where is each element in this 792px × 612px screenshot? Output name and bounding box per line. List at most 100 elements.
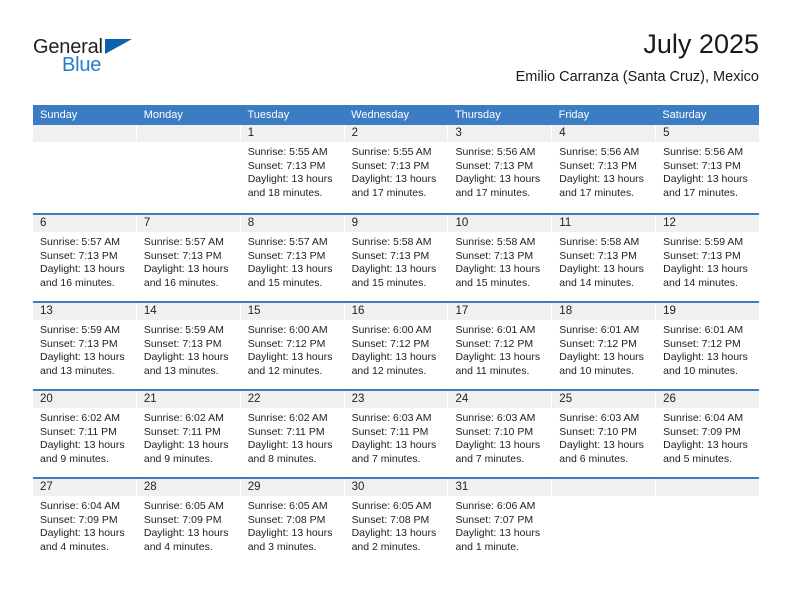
day-number: 23 bbox=[344, 391, 448, 408]
daylight-duration-line1: Daylight: 13 hours bbox=[143, 527, 229, 540]
calendar-day-cell[interactable]: 1 Sunrise: 5:55 AM Sunset: 7:13 PM Daylight… bbox=[240, 125, 345, 213]
sunrise-time: Sunrise: 5:55 AM bbox=[247, 146, 328, 158]
calendar-day-cell[interactable]: 13 Sunrise: 5:59 AM Sunset: 7:13 PM Dayligh… bbox=[33, 303, 137, 389]
calendar-day-cell[interactable]: 3 Sunrise: 5:56 AM Sunset: 7:13 PM Daylight… bbox=[448, 125, 553, 213]
daylight-duration-line2: and 5 minutes. bbox=[663, 452, 733, 465]
weekday-header-row: Sunday Monday Tuesday Wednesday Thursday… bbox=[33, 105, 759, 125]
weekday-thursday: Thursday bbox=[454, 109, 501, 121]
calendar-day-cell-empty bbox=[33, 125, 137, 213]
calendar-day-cell[interactable]: 14 Sunrise: 5:59 AM Sunset: 7:13 PM Dayligh… bbox=[136, 303, 241, 389]
day-number: 7 bbox=[136, 215, 240, 232]
day-number: 2 bbox=[344, 125, 448, 142]
sunrise-time: Sunrise: 6:03 AM bbox=[559, 412, 640, 424]
calendar-day-cell[interactable]: 28 Sunrise: 6:05 AM Sunset: 7:09 PM Dayligh… bbox=[136, 479, 241, 565]
sunrise-time: Sunrise: 6:05 AM bbox=[351, 500, 432, 512]
day-number: 21 bbox=[136, 391, 240, 408]
page-title: July 2025 bbox=[643, 29, 759, 59]
day-number bbox=[552, 479, 656, 496]
daylight-duration-line2: and 14 minutes. bbox=[663, 276, 738, 289]
day-number: 8 bbox=[240, 215, 344, 232]
day-number: 13 bbox=[33, 303, 136, 320]
day-details: Sunrise: 5:57 AM Sunset: 7:13 PM Daylight:… bbox=[241, 232, 344, 290]
daylight-duration-line1: Daylight: 13 hours bbox=[143, 439, 229, 452]
calendar-day-cell[interactable]: 20 Sunrise: 6:02 AM Sunset: 7:11 PM Dayligh… bbox=[33, 391, 137, 477]
logo-text-blue: Blue bbox=[62, 54, 102, 76]
daylight-duration-line2: and 1 minute. bbox=[455, 540, 520, 553]
sunset-time: Sunset: 7:13 PM bbox=[663, 249, 741, 262]
sunrise-time: Sunrise: 5:57 AM bbox=[40, 236, 120, 248]
calendar-day-cell[interactable]: 11 Sunrise: 5:58 AM Sunset: 7:13 PM Dayligh… bbox=[552, 215, 657, 301]
day-number: 22 bbox=[240, 391, 344, 408]
sunrise-time: Sunrise: 5:58 AM bbox=[455, 236, 536, 248]
daylight-duration-line1: Daylight: 13 hours bbox=[663, 439, 748, 452]
day-number: 25 bbox=[552, 391, 656, 408]
sunrise-time: Sunrise: 5:59 AM bbox=[663, 236, 744, 248]
calendar-day-cell[interactable]: 30 Sunrise: 6:05 AM Sunset: 7:08 PM Dayligh… bbox=[344, 479, 449, 565]
calendar-day-cell[interactable]: 12 Sunrise: 5:59 AM Sunset: 7:13 PM Dayligh… bbox=[656, 215, 760, 301]
daylight-duration-line1: Daylight: 13 hours bbox=[247, 173, 333, 186]
day-number: 5 bbox=[656, 125, 760, 142]
daylight-duration-line1: Daylight: 13 hours bbox=[559, 173, 644, 186]
calendar-day-cell[interactable]: 5 Sunrise: 5:56 AM Sunset: 7:13 PM Daylight… bbox=[656, 125, 760, 213]
calendar-day-cell[interactable]: 22 Sunrise: 6:02 AM Sunset: 7:11 PM Dayligh… bbox=[240, 391, 345, 477]
daylight-duration-line2: and 16 minutes. bbox=[143, 276, 219, 289]
day-details: Sunrise: 6:01 AM Sunset: 7:12 PM Daylight:… bbox=[552, 320, 655, 378]
calendar-day-cell[interactable]: 24 Sunrise: 6:03 AM Sunset: 7:10 PM Dayligh… bbox=[448, 391, 553, 477]
calendar-day-cell[interactable]: 23 Sunrise: 6:03 AM Sunset: 7:11 PM Dayligh… bbox=[344, 391, 449, 477]
daylight-duration-line2: and 12 minutes. bbox=[351, 364, 427, 377]
daylight-duration-line1: Daylight: 13 hours bbox=[455, 173, 541, 186]
daylight-duration-line2: and 7 minutes. bbox=[455, 452, 525, 465]
calendar-day-cell[interactable]: 26 Sunrise: 6:04 AM Sunset: 7:09 PM Dayligh… bbox=[656, 391, 760, 477]
calendar-day-cell[interactable]: 21 Sunrise: 6:02 AM Sunset: 7:11 PM Dayligh… bbox=[136, 391, 241, 477]
calendar-day-cell[interactable]: 16 Sunrise: 6:00 AM Sunset: 7:12 PM Dayligh… bbox=[344, 303, 449, 389]
calendar-day-cell[interactable]: 29 Sunrise: 6:05 AM Sunset: 7:08 PM Dayligh… bbox=[240, 479, 345, 565]
daylight-duration-line2: and 10 minutes. bbox=[559, 364, 635, 377]
calendar-day-cell[interactable]: 25 Sunrise: 6:03 AM Sunset: 7:10 PM Dayligh… bbox=[552, 391, 657, 477]
day-number: 31 bbox=[448, 479, 552, 496]
daylight-duration-line1: Daylight: 13 hours bbox=[40, 439, 125, 452]
calendar-day-cell[interactable]: 4 Sunrise: 5:56 AM Sunset: 7:13 PM Daylight… bbox=[552, 125, 657, 213]
sunrise-time: Sunrise: 6:01 AM bbox=[559, 324, 640, 336]
calendar-day-cell[interactable]: 9 Sunrise: 5:58 AM Sunset: 7:13 PM Daylight… bbox=[344, 215, 449, 301]
day-details: Sunrise: 6:04 AM Sunset: 7:09 PM Daylight:… bbox=[33, 496, 136, 554]
sunset-time: Sunset: 7:13 PM bbox=[455, 159, 534, 172]
day-number: 29 bbox=[240, 479, 344, 496]
day-number: 19 bbox=[656, 303, 760, 320]
calendar-day-cell[interactable]: 15 Sunrise: 6:00 AM Sunset: 7:12 PM Dayligh… bbox=[240, 303, 345, 389]
calendar-day-cell-empty bbox=[136, 125, 241, 213]
day-details: Sunrise: 5:56 AM Sunset: 7:13 PM Daylight:… bbox=[656, 142, 759, 200]
calendar-day-cell[interactable]: 19 Sunrise: 6:01 AM Sunset: 7:12 PM Dayligh… bbox=[656, 303, 760, 389]
daylight-duration-line2: and 18 minutes. bbox=[247, 186, 323, 199]
daylight-duration-line2: and 7 minutes. bbox=[351, 452, 421, 465]
calendar-week-row: 27 Sunrise: 6:04 AM Sunset: 7:09 PM Dayligh… bbox=[33, 477, 760, 565]
day-number: 28 bbox=[136, 479, 240, 496]
daylight-duration-line1: Daylight: 13 hours bbox=[559, 439, 644, 452]
sunrise-time: Sunrise: 5:57 AM bbox=[247, 236, 328, 248]
calendar-day-cell[interactable]: 31 Sunrise: 6:06 AM Sunset: 7:07 PM Dayligh… bbox=[448, 479, 553, 565]
day-number: 15 bbox=[240, 303, 344, 320]
sunrise-time: Sunrise: 5:55 AM bbox=[351, 146, 432, 158]
day-number bbox=[136, 125, 240, 142]
calendar-day-cell[interactable]: 6 Sunrise: 5:57 AM Sunset: 7:13 PM Daylight… bbox=[33, 215, 137, 301]
calendar-day-cell[interactable]: 17 Sunrise: 6:01 AM Sunset: 7:12 PM Dayligh… bbox=[448, 303, 553, 389]
daylight-duration-line1: Daylight: 13 hours bbox=[143, 351, 229, 364]
calendar-day-cell[interactable]: 10 Sunrise: 5:58 AM Sunset: 7:13 PM Dayligh… bbox=[448, 215, 553, 301]
daylight-duration-line2: and 12 minutes. bbox=[247, 364, 323, 377]
calendar-day-cell[interactable]: 7 Sunrise: 5:57 AM Sunset: 7:13 PM Daylight… bbox=[136, 215, 241, 301]
sunset-time: Sunset: 7:12 PM bbox=[247, 337, 326, 350]
day-details: Sunrise: 6:05 AM Sunset: 7:08 PM Daylight:… bbox=[241, 496, 344, 554]
sunrise-time: Sunrise: 5:58 AM bbox=[351, 236, 432, 248]
day-number: 14 bbox=[136, 303, 240, 320]
day-details: Sunrise: 6:05 AM Sunset: 7:08 PM Daylight:… bbox=[345, 496, 448, 554]
day-number: 30 bbox=[344, 479, 448, 496]
sunset-time: Sunset: 7:13 PM bbox=[40, 337, 118, 350]
sunrise-time: Sunrise: 6:00 AM bbox=[351, 324, 432, 336]
daylight-duration-line2: and 15 minutes. bbox=[455, 276, 531, 289]
general-blue-logo[interactable]: General Blue bbox=[33, 36, 153, 84]
calendar-day-cell[interactable]: 18 Sunrise: 6:01 AM Sunset: 7:12 PM Dayligh… bbox=[552, 303, 657, 389]
daylight-duration-line1: Daylight: 13 hours bbox=[455, 263, 541, 276]
calendar-day-cell[interactable]: 27 Sunrise: 6:04 AM Sunset: 7:09 PM Dayligh… bbox=[33, 479, 137, 565]
sunset-time: Sunset: 7:12 PM bbox=[559, 337, 637, 350]
calendar-day-cell[interactable]: 8 Sunrise: 5:57 AM Sunset: 7:13 PM Daylight… bbox=[240, 215, 345, 301]
calendar-day-cell[interactable]: 2 Sunrise: 5:55 AM Sunset: 7:13 PM Daylight… bbox=[344, 125, 449, 213]
